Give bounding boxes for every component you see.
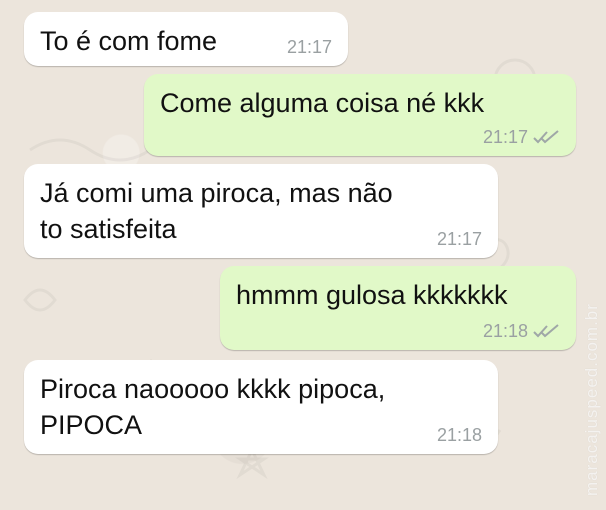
message-text: hmmm gulosa kkkkkkk — [236, 280, 508, 310]
chat-background: To é com fome 21:17 Come alguma coisa né… — [0, 0, 606, 510]
message-time: 21:18 — [436, 425, 482, 445]
message-time: 21:18 — [482, 321, 528, 341]
message-time: 21:17 — [436, 229, 482, 249]
message-meta: 21:17 — [287, 37, 332, 57]
message-meta: 21:17 — [483, 127, 560, 147]
message-bubble-3[interactable]: Já comi uma piroca, mas não to satisfeit… — [24, 164, 498, 258]
message-text: Come alguma coisa né kkk — [160, 88, 485, 118]
message-text: Já comi uma piroca, mas não to satisfeit… — [40, 178, 393, 244]
message-bubble-2[interactable]: Come alguma coisa né kkk 21:17 — [144, 74, 576, 156]
double-check-icon — [533, 324, 559, 338]
message-text: To é com fome — [40, 26, 218, 56]
message-bubble-5[interactable]: Piroca naooooo kkkk pipoca, PIPOCA 21:18 — [24, 360, 498, 454]
message-time: 21:17 — [286, 37, 332, 57]
double-check-icon — [533, 130, 559, 144]
message-meta: 21:18 — [483, 321, 560, 341]
message-bubble-1[interactable]: To é com fome 21:17 — [24, 12, 348, 66]
message-text: Piroca naooooo kkkk pipoca, PIPOCA — [40, 374, 386, 440]
message-time: 21:17 — [482, 127, 528, 147]
message-meta: 21:17 — [437, 229, 482, 249]
watermark-text: maracajuspeed.com.br — [582, 303, 601, 496]
message-bubble-4[interactable]: hmmm gulosa kkkkkkk 21:18 — [220, 266, 576, 350]
message-meta: 21:18 — [437, 425, 482, 445]
